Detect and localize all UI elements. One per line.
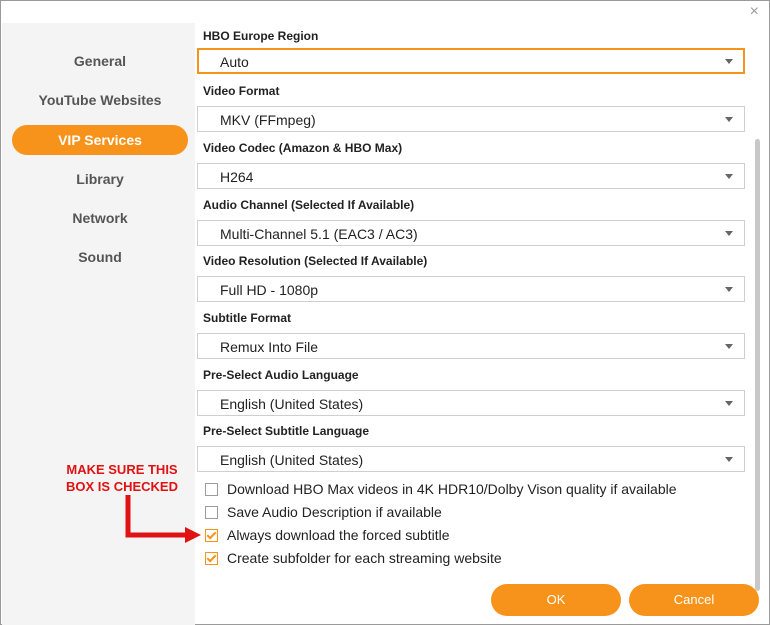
- cancel-button[interactable]: Cancel: [629, 584, 759, 616]
- audio-description-label: Save Audio Description if available: [227, 504, 442, 520]
- sidebar-item-general[interactable]: General: [12, 46, 188, 76]
- video-resolution-select[interactable]: Full HD - 1080p: [197, 276, 745, 302]
- audio-language-value: English (United States): [220, 396, 364, 412]
- sidebar-item-vip-services[interactable]: VIP Services: [12, 125, 188, 155]
- sidebar-item-network[interactable]: Network: [12, 203, 188, 233]
- hdr-download-label: Download HBO Max videos in 4K HDR10/Dolb…: [227, 481, 677, 497]
- subtitle-language-value: English (United States): [220, 452, 364, 468]
- annotation-note: MAKE SURE THIS BOX IS CHECKED: [47, 461, 197, 495]
- video-resolution-value: Full HD - 1080p: [220, 282, 319, 298]
- video-codec-label: Video Codec (Amazon & HBO Max): [203, 141, 403, 155]
- audio-language-label: Pre-Select Audio Language: [203, 368, 359, 382]
- chevron-down-icon: [725, 117, 733, 122]
- forced-subtitle-label: Always download the forced subtitle: [227, 527, 450, 543]
- hbo-region-select[interactable]: Auto: [197, 48, 745, 74]
- chevron-down-icon: [725, 59, 733, 64]
- video-codec-value: H264: [220, 169, 254, 185]
- hbo-region-value: Auto: [220, 54, 249, 70]
- audio-channel-select[interactable]: Multi-Channel 5.1 (EAC3 / AC3): [197, 220, 745, 246]
- subfolder-label: Create subfolder for each streaming webs…: [227, 550, 502, 566]
- subtitle-language-label: Pre-Select Subtitle Language: [203, 424, 370, 438]
- sidebar-item-youtube-websites[interactable]: YouTube Websites: [12, 85, 188, 115]
- check-icon: [206, 552, 217, 563]
- annotation-line-1: MAKE SURE THIS: [66, 462, 178, 477]
- video-format-label: Video Format: [203, 84, 280, 98]
- video-codec-select[interactable]: H264: [197, 163, 745, 189]
- sidebar-item-library[interactable]: Library: [12, 164, 188, 194]
- scrollbar[interactable]: [755, 139, 760, 591]
- hbo-region-label: HBO Europe Region: [203, 29, 319, 43]
- close-icon[interactable]: ×: [750, 3, 759, 21]
- subtitle-format-value: Remux Into File: [220, 339, 319, 355]
- subfolder-checkbox[interactable]: [205, 552, 218, 565]
- chevron-down-icon: [725, 401, 733, 406]
- chevron-down-icon: [725, 344, 733, 349]
- video-format-select[interactable]: MKV (FFmpeg): [197, 106, 745, 132]
- chevron-down-icon: [725, 457, 733, 462]
- subtitle-format-label: Subtitle Format: [203, 311, 292, 325]
- video-format-value: MKV (FFmpeg): [220, 112, 316, 128]
- ok-button[interactable]: OK: [491, 584, 621, 616]
- chevron-down-icon: [725, 174, 733, 179]
- sidebar-item-sound[interactable]: Sound: [12, 242, 188, 272]
- subtitle-format-select[interactable]: Remux Into File: [197, 333, 745, 359]
- annotation-line-2: BOX IS CHECKED: [66, 479, 178, 494]
- audio-channel-label: Audio Channel (Selected If Available): [203, 198, 415, 212]
- chevron-down-icon: [725, 287, 733, 292]
- audio-language-select[interactable]: English (United States): [197, 390, 745, 416]
- subtitle-language-select[interactable]: English (United States): [197, 446, 745, 472]
- settings-panel: HBO Europe Region Auto Video Format MKV …: [195, 23, 769, 625]
- settings-dialog: × General YouTube Websites VIP Services …: [0, 0, 770, 625]
- annotation-arrow-icon: [125, 495, 201, 543]
- chevron-down-icon: [725, 231, 733, 236]
- audio-channel-value: Multi-Channel 5.1 (EAC3 / AC3): [220, 226, 418, 242]
- video-resolution-label: Video Resolution (Selected If Available): [203, 254, 428, 268]
